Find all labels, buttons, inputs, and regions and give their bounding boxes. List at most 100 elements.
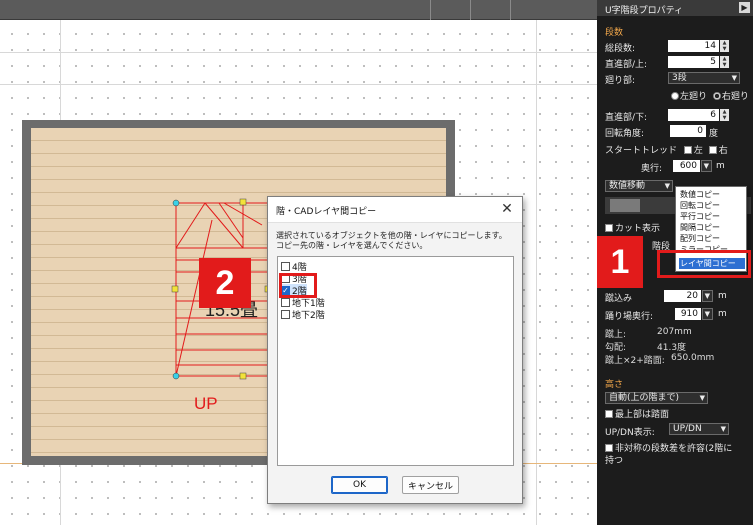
- kerikomi-input[interactable]: 20: [664, 290, 701, 302]
- right-turn-label: 右廻り: [721, 92, 749, 102]
- updn-dropdown[interactable]: UP/DN ▼: [669, 423, 729, 435]
- start-tread-label: スタートトレッド: [605, 146, 678, 156]
- height-mode-dropdown[interactable]: 自動(上の階まで) ▼: [605, 392, 708, 404]
- depth-unit: m: [716, 161, 725, 171]
- total-steps-label: 総段数:: [605, 44, 636, 54]
- section-steps: 段数: [605, 28, 624, 38]
- checkbox[interactable]: [281, 310, 290, 319]
- stair-up-label: UP: [194, 394, 218, 413]
- cut-display-checkbox[interactable]: [605, 224, 613, 232]
- rise-tread-value: 650.0mm: [671, 353, 715, 363]
- landing-unit: m: [718, 309, 727, 319]
- height-mode-value: 自動(上の階まで): [609, 393, 680, 403]
- step-marker-2: 2: [199, 258, 251, 308]
- top-floor-checkbox[interactable]: [605, 410, 613, 418]
- checkbox[interactable]: [281, 262, 290, 271]
- rotation-unit: 度: [709, 129, 719, 139]
- chevron-down-icon: ▼: [720, 425, 726, 433]
- nonuniform-checkbox[interactable]: [605, 444, 613, 452]
- panel-title: U字階段プロパティ: [605, 6, 684, 16]
- guide-line: [0, 52, 597, 53]
- landing-label: 踊り場奥行:: [605, 312, 654, 322]
- rise-label: 蹴上:: [605, 330, 627, 340]
- top-floor-label: 最上部は踏面: [615, 410, 670, 420]
- stair-tool-icon[interactable]: [610, 199, 640, 212]
- start-right-label: 右: [718, 146, 728, 156]
- turn-label: 廻り部:: [605, 76, 636, 86]
- rise-tread-label: 蹴上×2+踏面:: [605, 356, 665, 366]
- nonuniform-label: 非対称の段数差を許容(2階に: [615, 444, 733, 454]
- cut-display-label: カット表示: [615, 224, 661, 234]
- toolbar-divider: [470, 0, 471, 20]
- straight-upper-label: 直進部/上:: [605, 60, 648, 70]
- landing-input[interactable]: 910: [675, 308, 701, 320]
- slope-value: 41.3度: [657, 343, 687, 353]
- rise-tread-row: 蹴上×2+踏面: 650.0mm: [605, 353, 714, 366]
- floor-item-b2[interactable]: 地下2階: [281, 308, 325, 321]
- highlight-box-2: [279, 273, 317, 298]
- straight-lower-input[interactable]: 6: [668, 109, 719, 121]
- updn-value: UP/DN: [673, 424, 702, 434]
- guide-line: [0, 84, 597, 85]
- toolbar-divider: [430, 0, 431, 20]
- chevron-down-icon: ▼: [731, 74, 737, 82]
- chevron-down-icon: ▼: [704, 310, 710, 318]
- straight-upper-input[interactable]: 5: [668, 56, 719, 68]
- highlight-box-1: [657, 250, 751, 278]
- total-steps-spinner[interactable]: ▲ ▼: [720, 40, 729, 52]
- dialog-titlebar[interactable]: 階・CADレイヤ間コピー ✕: [268, 197, 522, 223]
- slope-row: 勾配: 41.3度: [605, 340, 686, 353]
- start-left-label: 左: [693, 146, 703, 156]
- app-window: 15.5畳 UP 階・CADレイヤ間コピー ✕ 選択されているオブジェクトを他の…: [0, 0, 753, 525]
- kerikomi-unit: m: [718, 291, 727, 301]
- straight-lower-label: 直進部/下:: [605, 113, 648, 123]
- turn-direction-radios[interactable]: 左廻り 右廻り: [671, 89, 749, 102]
- expand-arrow-icon[interactable]: ▶: [739, 2, 750, 13]
- cancel-button[interactable]: キャンセル: [402, 476, 459, 494]
- straight-lower-spinner[interactable]: ▲ ▼: [720, 109, 729, 121]
- updn-label: UP/DN表示:: [605, 428, 655, 438]
- section-height: 高さ: [605, 380, 624, 390]
- depth-dropdown[interactable]: ▼: [701, 160, 712, 172]
- total-steps-input[interactable]: 14: [668, 40, 719, 52]
- radio-left[interactable]: [671, 92, 679, 100]
- landing-dropdown[interactable]: ▼: [702, 308, 713, 320]
- rise-value: 207mm: [657, 327, 692, 337]
- checkbox[interactable]: [281, 298, 290, 307]
- description-line: コピー先の階・レイヤを選んでください。: [276, 241, 428, 250]
- straight-upper-spinner[interactable]: ▲ ▼: [720, 56, 729, 68]
- menu-item[interactable]: 配列コピー: [679, 233, 745, 244]
- floor-layer-copy-dialog: 階・CADレイヤ間コピー ✕ 選択されているオブジェクトを他の階・レイヤにコピー…: [267, 196, 523, 504]
- menu-item[interactable]: 数値コピー: [679, 189, 745, 200]
- step-marker-1: 1: [597, 236, 643, 288]
- ok-button[interactable]: OK: [331, 476, 388, 494]
- cut-display-row[interactable]: カット表示: [605, 221, 660, 234]
- start-right-checkbox[interactable]: [708, 146, 717, 154]
- start-tread-row: スタートトレッド 左 右: [605, 143, 728, 156]
- nonuniform-row[interactable]: 非対称の段数差を許容(2階に: [605, 441, 732, 454]
- menu-item[interactable]: 回転コピー: [679, 200, 745, 211]
- top-toolbar: [0, 0, 597, 20]
- nonuniform-label-cont: 持つ: [605, 456, 624, 466]
- chevron-down-icon: ▼: [703, 162, 709, 170]
- toolbar-divider: [510, 0, 511, 20]
- top-floor-row[interactable]: 最上部は踏面: [605, 407, 669, 420]
- start-left-checkbox[interactable]: [683, 146, 692, 154]
- depth-input[interactable]: 600: [673, 160, 700, 172]
- menu-item[interactable]: 間隔コピー: [679, 222, 745, 233]
- panel-titlebar: U字階段プロパティ ▶: [597, 0, 753, 16]
- rotation-input[interactable]: 0: [670, 125, 706, 137]
- radio-right-selected[interactable]: [712, 92, 721, 100]
- turn-dropdown[interactable]: 3段 ▼: [668, 72, 740, 84]
- description-line: 選択されているオブジェクトを他の階・レイヤにコピーします。: [276, 231, 507, 240]
- chevron-down-icon: ▼: [704, 292, 710, 300]
- dialog-title: 階・CADレイヤ間コピー: [276, 207, 377, 217]
- copy-mode-dropdown[interactable]: 数値移動 ▼: [605, 180, 673, 192]
- slope-label: 勾配:: [605, 343, 627, 353]
- close-icon[interactable]: ✕: [498, 200, 516, 218]
- floor-label: 地下2階: [292, 311, 325, 321]
- kerikomi-dropdown[interactable]: ▼: [702, 290, 713, 302]
- kerikomi-label: 蹴込み: [605, 294, 633, 304]
- menu-item[interactable]: 平行コピー: [679, 211, 745, 222]
- rise-row: 蹴上: 207mm: [605, 327, 692, 340]
